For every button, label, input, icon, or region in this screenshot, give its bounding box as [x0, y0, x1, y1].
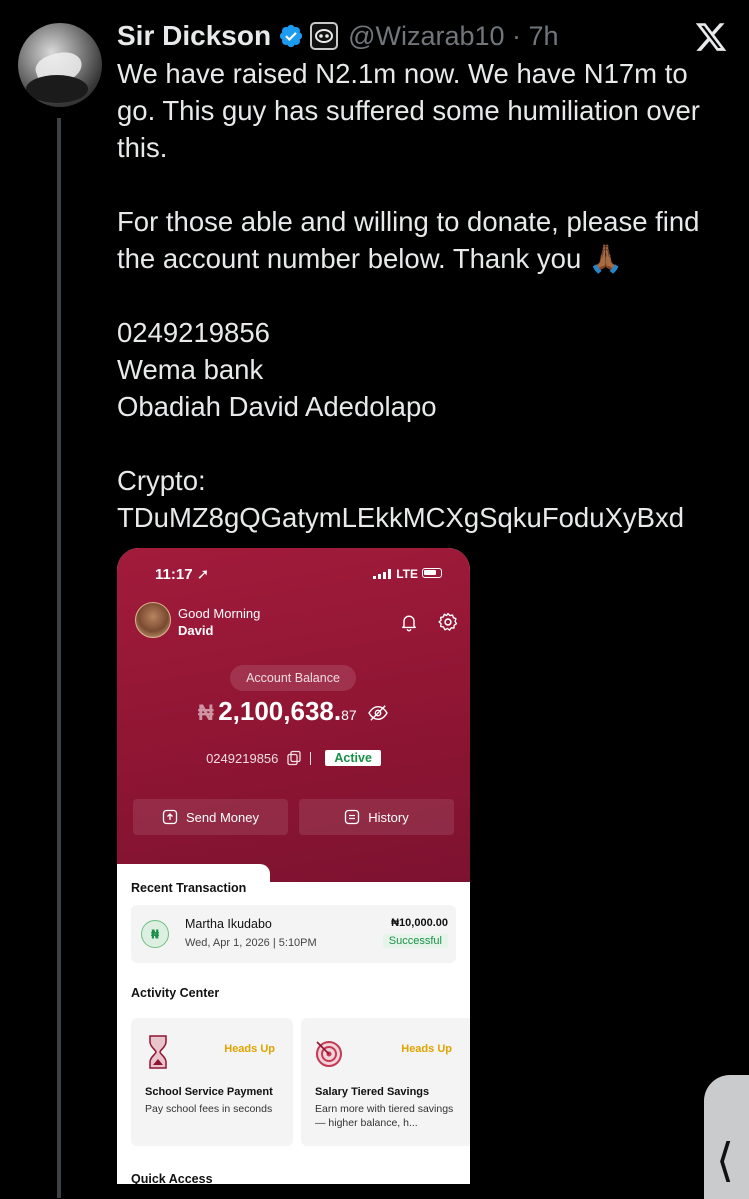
status-network: LTE — [373, 567, 418, 581]
tweet-account-name: Obadiah David Adedolapo — [117, 391, 437, 422]
status-badge: Active — [325, 750, 381, 766]
battery-icon — [422, 568, 442, 578]
thread-line — [57, 118, 61, 1198]
card-description: Pay school fees in seconds — [145, 1103, 273, 1115]
activity-card-school[interactable]: Heads Up School Service Payment Pay scho… — [131, 1018, 293, 1146]
transaction-date: Wed, Apr 1, 2026 | 5:10PM — [185, 937, 317, 949]
card-title: Salary Tiered Savings — [315, 1086, 430, 1098]
gear-icon[interactable] — [437, 611, 459, 633]
signal-icon — [373, 569, 392, 579]
greeting: Good Morning David — [178, 605, 260, 639]
account-balance: ₦ 2,100,638.87 — [117, 696, 470, 727]
tweet-line: this. — [117, 132, 168, 163]
transaction-amount: ₦10,000.00 — [391, 917, 448, 929]
side-back-tab[interactable]: ⟨ — [704, 1075, 749, 1199]
attached-screenshot[interactable]: 11:17 ➚ LTE Good Morning David Account B… — [117, 548, 470, 1184]
phone-status-bar: 11:17 ➚ LTE — [155, 565, 442, 587]
divider — [310, 751, 312, 765]
tweet-line: Crypto: — [117, 465, 206, 496]
transaction-status: Successful — [382, 934, 448, 948]
account-row: 0249219856 Active — [117, 750, 470, 766]
hourglass-icon — [149, 1035, 167, 1069]
copy-icon[interactable] — [286, 750, 302, 766]
tweet-body: We have raised N2.1m now. We have N17m t… — [117, 55, 732, 536]
heads-up-badge: Heads Up — [401, 1043, 452, 1055]
tweet-line: go. This guy has suffered some humiliati… — [117, 95, 700, 126]
recent-transaction-title: Recent Transaction — [131, 881, 247, 895]
tweet-bank-name: Wema bank — [117, 354, 264, 385]
tweet-line: the account number below. Thank you 🙏🏾 — [117, 243, 624, 274]
tweet-account-number: 0249219856 — [117, 317, 270, 348]
verified-badge-icon — [279, 24, 303, 48]
author-handle-time[interactable]: @Wizarab10 · 7h — [348, 21, 559, 52]
heads-up-badge: Heads Up — [224, 1043, 275, 1055]
account-number: 0249219856 — [206, 750, 279, 766]
quick-access-title: Quick Access — [131, 1172, 213, 1184]
tweet-crypto-address: TDuMZ8gQGatymLEkkMCXgSqkuFoduXyBxd — [117, 502, 684, 533]
naira-transfer-icon: ₦ — [141, 920, 169, 948]
author-name[interactable]: Sir Dickson — [117, 20, 271, 52]
x-logo-icon[interactable] — [694, 20, 728, 54]
history-icon — [345, 809, 360, 825]
tweet-header: Sir Dickson @Wizarab10 · 7h — [117, 18, 559, 54]
bell-icon[interactable] — [399, 611, 419, 633]
affiliate-badge-icon — [310, 22, 339, 50]
activity-center-title: Activity Center — [131, 986, 220, 1000]
tweet-line: For those able and willing to donate, pl… — [117, 206, 700, 237]
balance-label: Account Balance — [230, 665, 356, 691]
transaction-row[interactable]: ₦ Martha Ikudabo Wed, Apr 1, 2026 | 5:10… — [131, 905, 456, 963]
send-money-button[interactable]: Send Money — [133, 799, 288, 835]
phone-header: 11:17 ➚ LTE Good Morning David Account B… — [117, 548, 470, 888]
chevron-left-icon: ⟨ — [716, 1133, 734, 1187]
transaction-name: Martha Ikudabo — [185, 917, 272, 931]
tweet-line: We have raised N2.1m now. We have N17m t… — [117, 58, 688, 89]
user-name: David — [178, 623, 214, 638]
status-time: 11:17 ➚ — [155, 566, 210, 583]
profile-avatar[interactable] — [135, 602, 171, 638]
hide-balance-icon[interactable] — [367, 704, 389, 722]
card-description: Earn more with tiered savings — higher b… — [315, 1103, 454, 1129]
greeting-text: Good Morning — [178, 606, 261, 621]
upload-icon — [162, 809, 178, 825]
history-button[interactable]: History — [299, 799, 454, 835]
card-title: School Service Payment — [145, 1086, 273, 1098]
svg-text:₦: ₦ — [151, 928, 160, 942]
author-avatar[interactable] — [18, 23, 102, 107]
activity-card-savings[interactable]: Heads Up Salary Tiered Savings Earn more… — [301, 1018, 470, 1146]
target-icon — [316, 1041, 342, 1067]
